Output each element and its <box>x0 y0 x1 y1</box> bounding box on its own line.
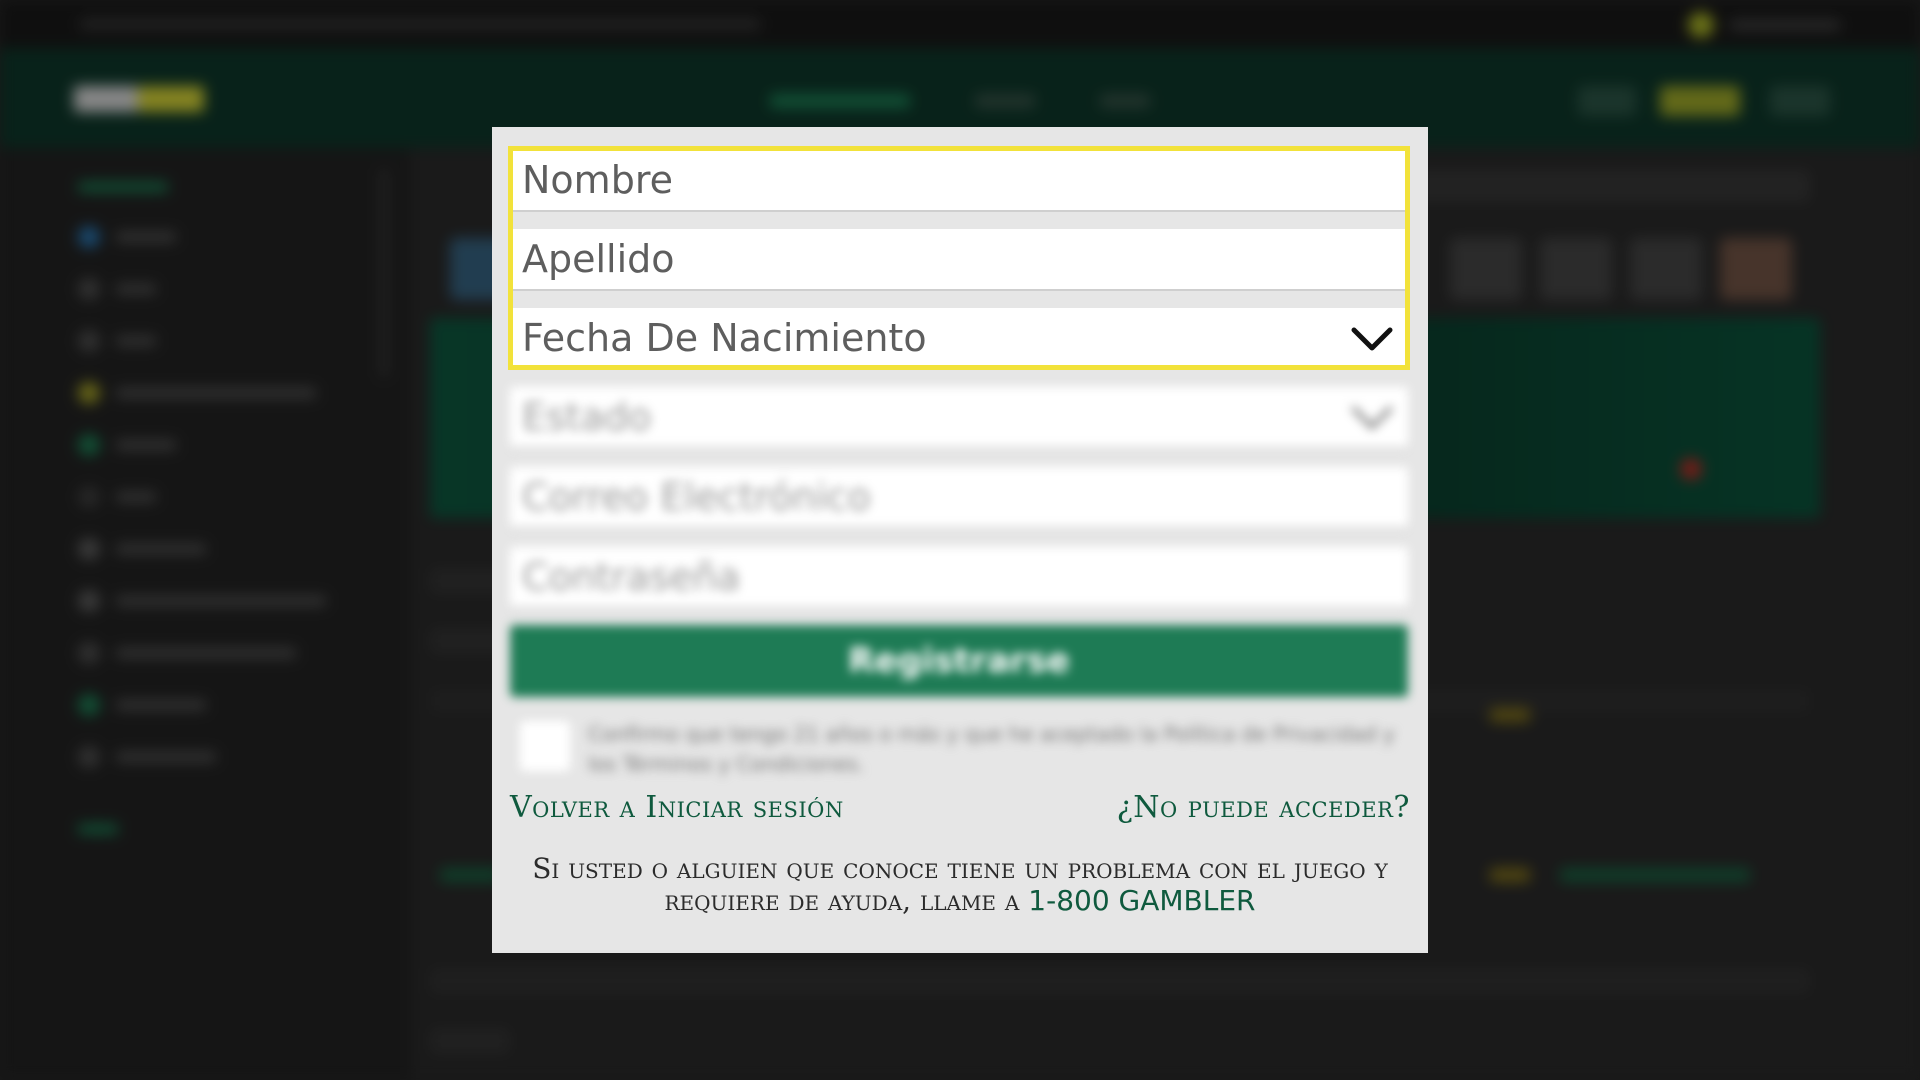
email-field[interactable]: Correo Electrónico <box>510 467 1408 529</box>
last-name-placeholder: Apellido <box>522 237 675 281</box>
terms-checkbox[interactable] <box>520 721 570 771</box>
register-button[interactable]: Registrarse <box>510 625 1408 697</box>
password-placeholder: Contraseña <box>522 555 741 599</box>
last-name-field[interactable]: Apellido <box>510 229 1408 291</box>
chevron-down-icon <box>1351 406 1393 430</box>
first-name-field[interactable]: Nombre <box>510 150 1408 212</box>
first-name-placeholder: Nombre <box>522 158 673 202</box>
terms-text: Confirmo que tengo 21 años o más y que h… <box>588 722 1395 776</box>
help-text: Si usted o alguien que conoce tiene un p… <box>532 852 1388 917</box>
chevron-down-icon <box>1351 327 1393 351</box>
back-to-login-link[interactable]: Volver a Iniciar sesión <box>510 790 844 825</box>
state-placeholder: Estado <box>522 395 652 439</box>
state-select[interactable]: Estado <box>510 387 1408 449</box>
email-placeholder: Correo Electrónico <box>522 475 871 519</box>
help-phone-link[interactable]: 1-800 GAMBLER <box>1028 884 1255 917</box>
cant-access-link[interactable]: ¿No puede acceder? <box>1117 790 1410 825</box>
responsible-gambling-notice: Si usted o alguien que conoce tiene un p… <box>532 853 1388 917</box>
password-field[interactable]: Contraseña <box>510 547 1408 609</box>
date-of-birth-select[interactable]: Fecha De Nacimiento <box>510 308 1408 370</box>
date-of-birth-placeholder: Fecha De Nacimiento <box>522 316 927 360</box>
terms-row: Confirmo que tengo 21 años o más y que h… <box>510 711 1408 783</box>
registration-modal: Nombre Apellido Fecha De Nacimiento Esta… <box>492 127 1428 953</box>
